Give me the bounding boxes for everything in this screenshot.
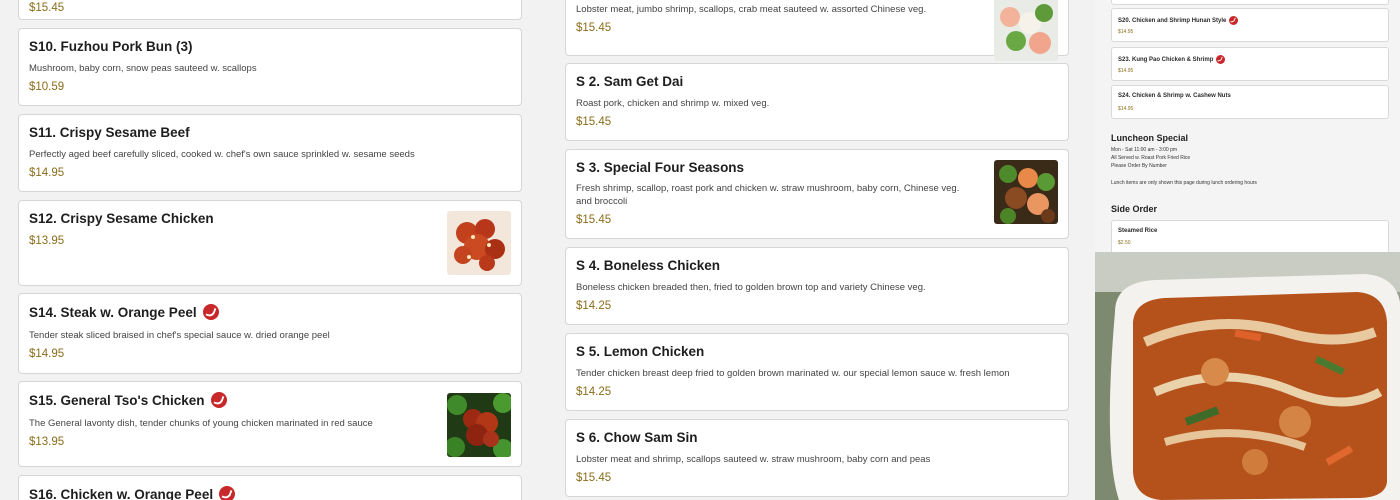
item-name: S23. Kung Pao Chicken & Shrimp xyxy=(1118,56,1214,63)
general-tso-photo[interactable] xyxy=(447,393,511,457)
item-price: $10.59 xyxy=(29,81,65,93)
item-description: Lobster meat, jumbo shrimp, scallops, cr… xyxy=(576,4,927,15)
spicy-icon xyxy=(210,392,227,408)
item-name: S12. Crispy Sesame Chicken xyxy=(29,211,214,226)
luncheon-visibility-note: Lunch items are only shown this page dur… xyxy=(1111,180,1257,186)
item-name: S20. Chicken and Shrimp Hunan Style xyxy=(1118,17,1227,24)
item-price: $13.95 xyxy=(29,436,65,448)
item-price: $2.50 xyxy=(1118,240,1131,246)
item-name: S 2. Sam Get Dai xyxy=(576,74,684,89)
item-name: S 5. Lemon Chicken xyxy=(576,344,705,359)
food-container-photo[interactable] xyxy=(1095,252,1400,500)
luncheon-heading: Luncheon Special xyxy=(1111,133,1189,143)
menu-item-s2[interactable]: S 2. Sam Get Dai Roast pork, chicken and… xyxy=(565,63,1069,141)
item-name-row: S16. Chicken w. Orange Peel xyxy=(29,486,236,500)
item-name: S 4. Boneless Chicken xyxy=(576,258,721,273)
item-price: $14.25 xyxy=(576,386,612,398)
item-price: $14.25 xyxy=(576,300,612,312)
item-price: $14.95 xyxy=(29,348,65,360)
item-name: S 6. Chow Sam Sin xyxy=(576,430,698,445)
menu-item-s12[interactable]: S12. Crispy Sesame Chicken $13.95 xyxy=(18,200,522,286)
item-name: S16. Chicken w. Orange Peel xyxy=(29,486,214,500)
item-price: $15.45 xyxy=(576,22,612,34)
menu-item-s4[interactable]: S 4. Boneless Chicken Boneless chicken b… xyxy=(565,247,1069,325)
menu-item-s16[interactable]: S16. Chicken w. Orange Peel xyxy=(18,475,522,500)
item-description: Mushroom, baby corn, snow peas sauteed w… xyxy=(29,63,257,74)
item-price: $14.95 xyxy=(1118,29,1134,35)
spicy-icon xyxy=(1216,55,1226,64)
item-description: Perfectly aged beef carefully sliced, co… xyxy=(29,149,415,160)
sesame-chicken-photo[interactable] xyxy=(447,211,511,275)
item-name-row: S23. Kung Pao Chicken & Shrimp xyxy=(1118,55,1226,64)
menu-item-s10[interactable]: S10. Fuzhou Pork Bun (3) Mushroom, baby … xyxy=(18,28,522,106)
menu-item-s5[interactable]: S 5. Lemon Chicken Tender chicken breast… xyxy=(565,333,1069,411)
menu-item-card-partial[interactable]: $15.45 xyxy=(18,0,522,20)
menu-column-left: $15.45 S10. Fuzhou Pork Bun (3) Mushroom… xyxy=(0,0,530,500)
item-price: $15.45 xyxy=(576,214,612,226)
spicy-icon xyxy=(219,486,236,500)
menu-item-s11[interactable]: S11. Crispy Sesame Beef Perfectly aged b… xyxy=(18,114,522,192)
item-price: $15.45 xyxy=(29,2,65,14)
luncheon-served-with: All Served w. Roast Pork Fried Rice xyxy=(1111,155,1191,161)
menu-item-s6[interactable]: S 6. Chow Sam Sin Lobster meat and shrim… xyxy=(565,419,1069,497)
item-name: S14. Steak w. Orange Peel xyxy=(29,304,197,320)
menu-item-s14[interactable]: S14. Steak w. Orange Peel Tender steak s… xyxy=(18,293,522,374)
menu-item-s3[interactable]: S 3. Special Four Seasons Fresh shrimp, … xyxy=(565,149,1069,239)
menu-column-middle: Lobster meat, jumbo shrimp, scallops, cr… xyxy=(547,0,1077,500)
menu-item-s23[interactable]: S23. Kung Pao Chicken & Shrimp $14.95 xyxy=(1111,47,1389,81)
spicy-icon xyxy=(1229,16,1239,25)
menu-item-s1[interactable]: Lobster meat, jumbo shrimp, scallops, cr… xyxy=(565,0,1069,61)
menu-item-card-partial[interactable] xyxy=(1111,0,1389,5)
item-name-row: S15. General Tso's Chicken xyxy=(29,392,227,408)
item-description: Roast pork, chicken and shrimp w. mixed … xyxy=(576,98,770,109)
item-price: $14.95 xyxy=(1118,106,1134,112)
item-description: Lobster meat and shrimp, scallops sautee… xyxy=(576,454,931,465)
item-name: S 3. Special Four Seasons xyxy=(576,160,745,175)
menu-item-s24[interactable]: S24. Chicken & Shrimp w. Cashew Nuts $14… xyxy=(1111,85,1389,119)
item-name: S24. Chicken & Shrimp w. Cashew Nuts xyxy=(1118,93,1231,99)
item-description: Tender chicken breast deep fried to gold… xyxy=(576,368,1010,379)
four-seasons-photo[interactable] xyxy=(994,160,1058,224)
item-name: Steamed Rice xyxy=(1118,228,1158,234)
item-name: S10. Fuzhou Pork Bun (3) xyxy=(29,39,193,54)
menu-item-s20[interactable]: S20. Chicken and Shrimp Hunan Style $14.… xyxy=(1111,8,1389,42)
item-price: $14.95 xyxy=(1118,68,1134,74)
item-price: $15.45 xyxy=(576,116,612,128)
menu-item-steamed-rice[interactable]: Steamed Rice $2.50 xyxy=(1111,220,1389,254)
side-order-heading: Side Order xyxy=(1111,204,1158,214)
item-name-row: S20. Chicken and Shrimp Hunan Style xyxy=(1118,16,1239,25)
item-name-row: S14. Steak w. Orange Peel xyxy=(29,304,219,320)
spicy-icon xyxy=(202,304,219,320)
item-price: $15.45 xyxy=(576,472,612,484)
item-price: $14.95 xyxy=(29,167,65,179)
item-name-row: S24. Chicken & Shrimp w. Cashew Nuts xyxy=(1118,93,1231,99)
item-price: $13.95 xyxy=(29,235,65,247)
item-description: Fresh shrimp, scallop, roast pork and ch… xyxy=(576,183,960,207)
luncheon-hours: Mon - Sat 11:00 am - 3:00 pm xyxy=(1111,147,1178,153)
item-name: S15. General Tso's Chicken xyxy=(29,392,205,408)
item-description: Boneless chicken breaded then, fried to … xyxy=(576,282,926,293)
luncheon-order-note: Please Order By Number xyxy=(1111,163,1167,169)
item-description: Tender steak sliced braised in chef's sp… xyxy=(29,330,330,341)
seafood-dish-photo[interactable] xyxy=(994,0,1058,61)
item-description: The General lavonty dish, tender chunks … xyxy=(29,418,373,429)
menu-item-s15[interactable]: S15. General Tso's Chicken The General l… xyxy=(18,381,522,467)
item-name: S11. Crispy Sesame Beef xyxy=(29,125,190,140)
side-panel: S20. Chicken and Shrimp Hunan Style $14.… xyxy=(1095,0,1400,500)
